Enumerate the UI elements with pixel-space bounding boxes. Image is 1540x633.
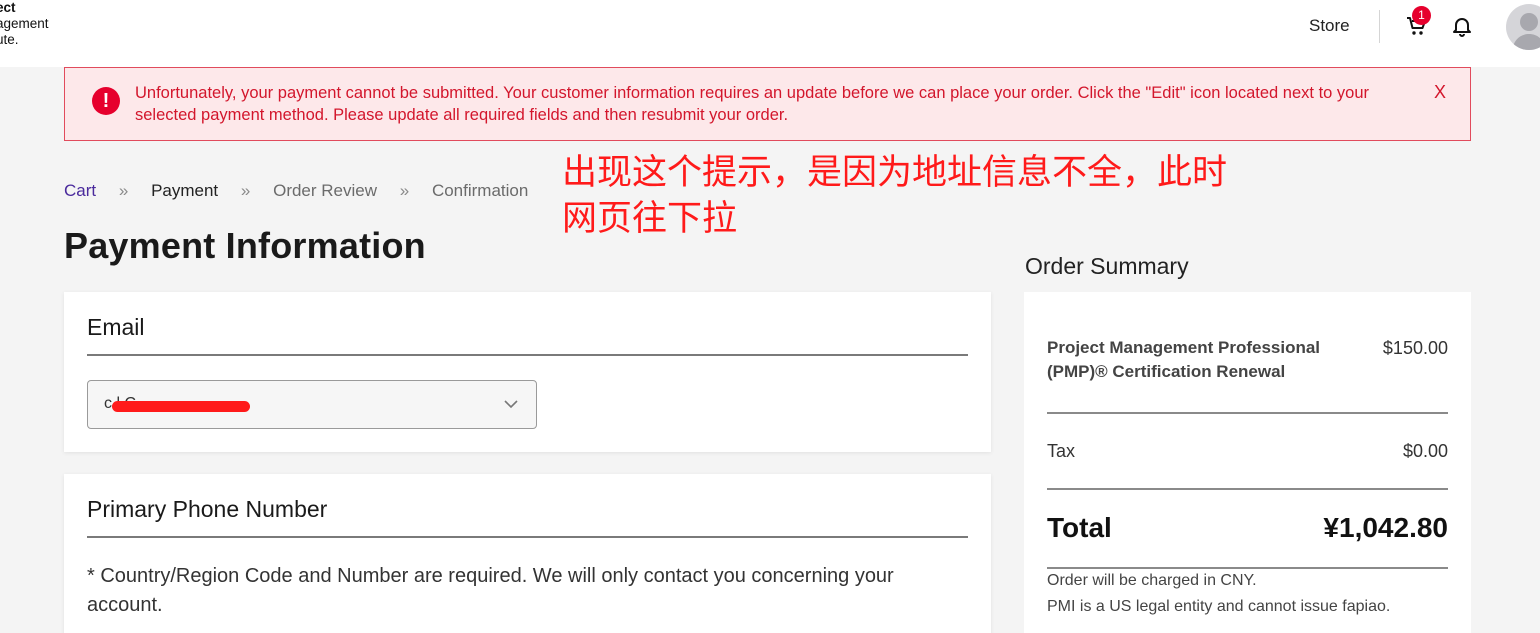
avatar[interactable] xyxy=(1506,4,1540,50)
payment-error-alert: ! Unfortunately, your payment cannot be … xyxy=(64,67,1471,141)
alert-message: Unfortunately, your payment cannot be su… xyxy=(135,84,1370,124)
breadcrumb-separator: » xyxy=(399,181,410,200)
breadcrumb-cart[interactable]: Cart xyxy=(64,181,96,200)
section-divider xyxy=(87,354,968,356)
breadcrumb-separator: » xyxy=(240,181,251,200)
email-select[interactable]: c l C xyxy=(87,380,537,429)
cart-count-badge: 1 xyxy=(1412,6,1431,25)
total-value: ¥1,042.80 xyxy=(1323,512,1448,543)
store-link[interactable]: Store xyxy=(1309,16,1350,36)
product-price: $150.00 xyxy=(1382,338,1448,358)
order-summary-card: Project Management Professional (PMP)® C… xyxy=(1024,292,1471,633)
phone-requirement-note: * Country/Region Code and Number are req… xyxy=(87,565,894,616)
user-silhouette-icon xyxy=(1512,13,1540,50)
pmi-logo[interactable]: ect agement ute. xyxy=(0,0,49,48)
order-summary-title: Order Summary xyxy=(1025,253,1189,279)
summary-divider xyxy=(1047,567,1448,569)
breadcrumb-confirmation: Confirmation xyxy=(431,181,529,200)
tax-label: Tax xyxy=(1047,441,1076,461)
summary-divider xyxy=(1047,412,1448,414)
tax-value: $0.00 xyxy=(1402,441,1448,461)
alert-close-button[interactable]: X xyxy=(1434,82,1446,103)
top-nav-bar: ect agement ute. Store 1 xyxy=(0,0,1540,67)
nav-divider xyxy=(1379,10,1380,43)
logo-line: ute. xyxy=(0,32,19,47)
annotation-note: 出现这个提示，是因为地址信息不全，此时网页往下拉 xyxy=(562,153,1228,239)
breadcrumb-order-review: Order Review xyxy=(273,181,378,200)
summary-divider xyxy=(1047,488,1448,490)
page-title: Payment Information xyxy=(64,225,426,266)
breadcrumb-separator: » xyxy=(118,181,129,200)
phone-section-title: Primary Phone Number xyxy=(87,496,328,522)
breadcrumb-payment: Payment xyxy=(151,181,219,200)
bell-icon[interactable] xyxy=(1450,14,1474,38)
email-card: Email c l C xyxy=(64,292,991,452)
email-section-title: Email xyxy=(87,314,145,340)
redaction-mark xyxy=(112,401,250,412)
currency-note: Order will be charged in CNY. xyxy=(1047,572,1257,589)
fapiao-note: PMI is a US legal entity and cannot issu… xyxy=(1047,598,1391,615)
chevron-down-icon xyxy=(504,400,518,409)
phone-card: Primary Phone Number * Country/Region Co… xyxy=(64,474,991,633)
logo-line: agement xyxy=(0,16,49,31)
error-icon: ! xyxy=(92,87,120,115)
logo-line: ect xyxy=(0,0,16,15)
section-divider xyxy=(87,536,968,538)
product-name: Project Management Professional (PMP)® C… xyxy=(1047,338,1321,381)
total-label: Total xyxy=(1047,512,1112,543)
breadcrumb: Cart » Payment » Order Review » Confirma… xyxy=(64,181,528,201)
